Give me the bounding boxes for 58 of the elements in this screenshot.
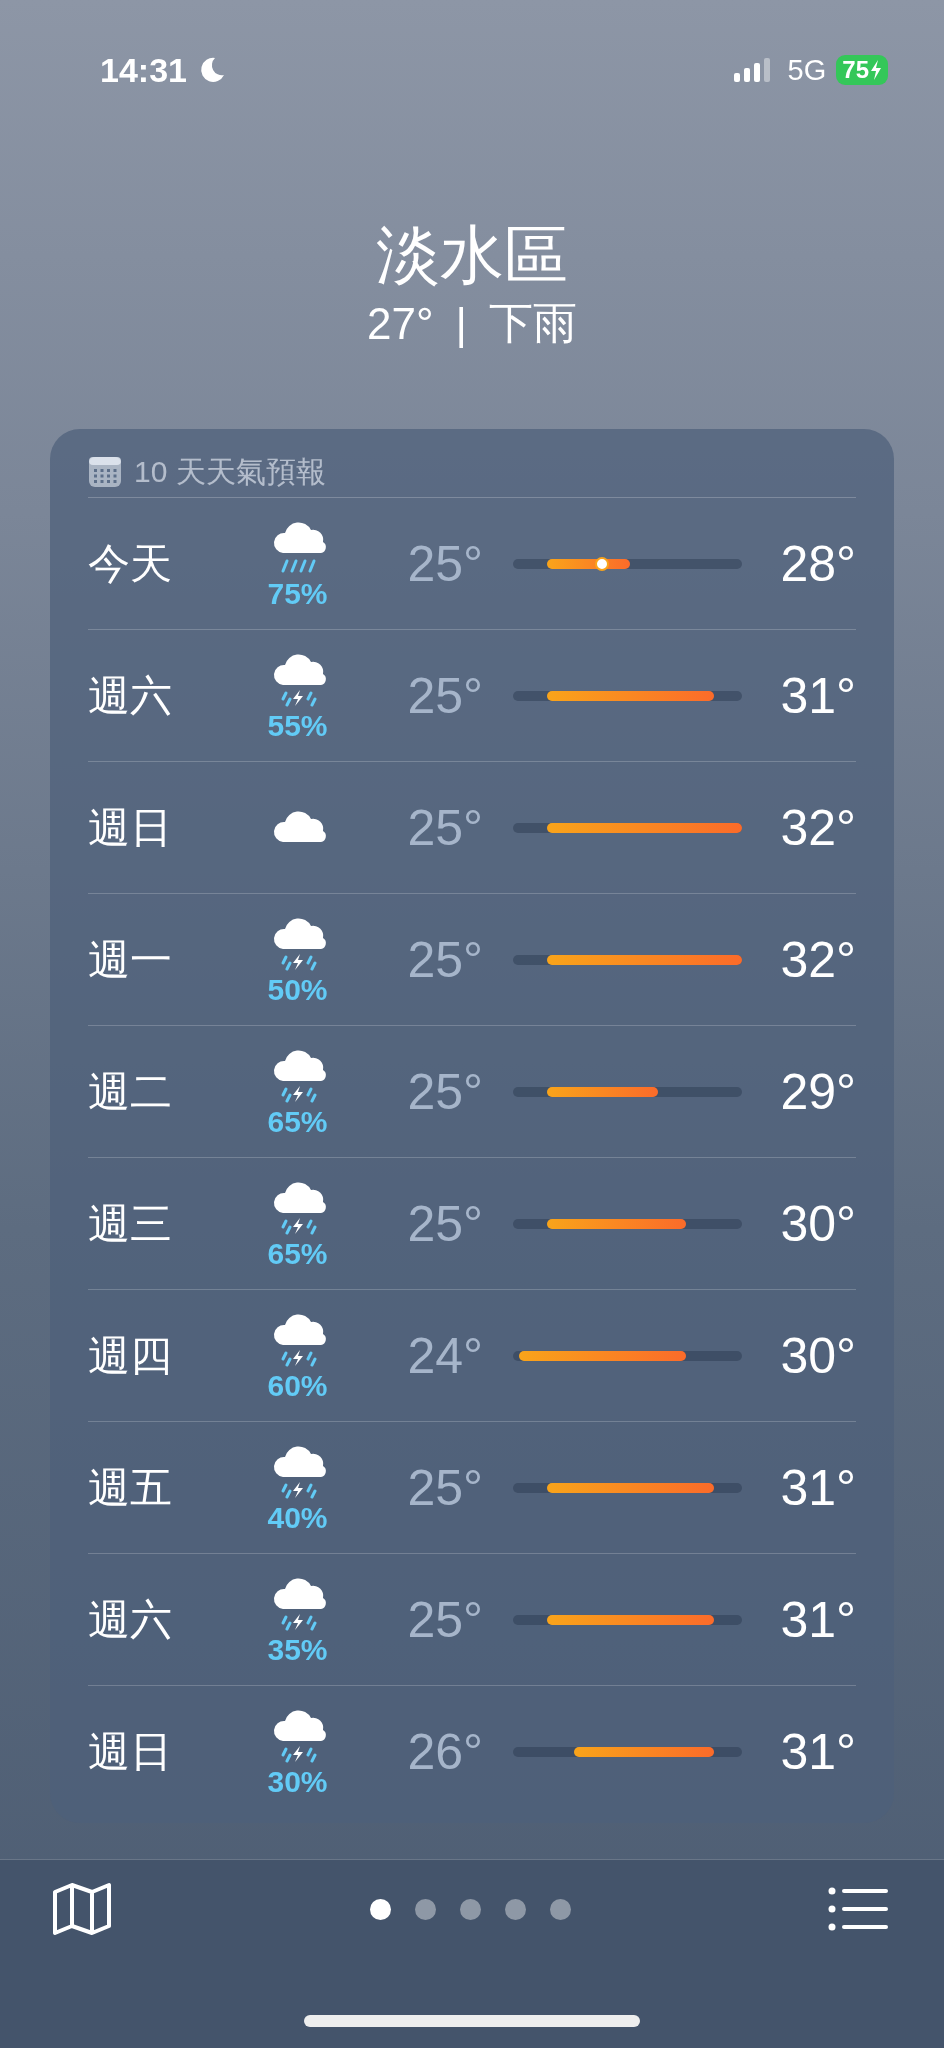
day-label: 週二 (88, 1066, 173, 1117)
precipitation-chance: 30% (267, 1764, 328, 1799)
low-temperature: 25° (406, 1458, 484, 1517)
map-icon (52, 1882, 112, 1936)
status-time: 14:31 (100, 50, 187, 90)
page-indicator-dot[interactable] (549, 1898, 571, 1920)
current-temperature: 27° (367, 298, 434, 349)
network-type: 5G (787, 53, 827, 87)
forecast-title: 10 天天氣預報 (134, 453, 326, 490)
battery-indicator: 75 (836, 55, 888, 85)
map-button[interactable] (52, 1882, 112, 1936)
day-label: 週一 (88, 934, 173, 985)
high-temperature: 31° (779, 1458, 856, 1517)
list-icon (828, 1887, 888, 1931)
signal-icon (733, 58, 770, 82)
precipitation-chance: 65% (267, 1104, 328, 1139)
precipitation-chance: 50% (267, 972, 328, 1007)
low-temperature: 25° (406, 1194, 484, 1253)
high-temperature: 32° (779, 798, 856, 857)
day-label: 週六 (88, 1594, 173, 1645)
day-label: 週五 (88, 1462, 173, 1513)
day-label: 週四 (88, 1330, 173, 1381)
low-temperature: 24° (406, 1326, 484, 1385)
location-list-button[interactable] (828, 1887, 888, 1931)
high-temperature: 31° (779, 1722, 856, 1781)
page-indicator-dot[interactable] (414, 1898, 436, 1920)
high-temperature: 32° (779, 930, 856, 989)
separator-text: | (455, 298, 467, 349)
precipitation-chance: 55% (267, 708, 328, 743)
low-temperature: 25° (406, 1062, 484, 1121)
day-label: 週日 (88, 802, 173, 853)
page-indicator-dot[interactable] (369, 1898, 391, 1920)
high-temperature: 29° (779, 1062, 856, 1121)
high-temperature: 30° (779, 1194, 856, 1253)
precipitation-chance: 60% (267, 1368, 328, 1403)
day-label: 週六 (88, 670, 173, 721)
low-temperature: 25° (406, 666, 484, 725)
weather-condition: 下雨 (489, 297, 577, 350)
day-label: 今天 (88, 538, 173, 589)
precipitation-chance: 75% (267, 576, 328, 611)
high-temperature: 31° (779, 666, 856, 725)
high-temperature: 30° (779, 1326, 856, 1385)
day-label: 週日 (88, 1726, 173, 1777)
page-indicator-dot[interactable] (504, 1898, 526, 1920)
low-temperature: 25° (406, 534, 484, 593)
low-temperature: 25° (406, 930, 484, 989)
day-label: 週三 (88, 1198, 173, 1249)
precipitation-chance: 40% (267, 1500, 328, 1535)
page-indicator-dot[interactable] (459, 1898, 481, 1920)
low-temperature: 25° (406, 798, 484, 857)
high-temperature: 31° (779, 1590, 856, 1649)
low-temperature: 25° (406, 1590, 484, 1649)
low-temperature: 26° (406, 1722, 484, 1781)
high-temperature: 28° (779, 534, 856, 593)
calendar-icon (88, 456, 122, 489)
precipitation-chance: 35% (267, 1632, 328, 1667)
precipitation-chance: 65% (267, 1236, 328, 1271)
location-name: 淡水區 (376, 220, 568, 291)
